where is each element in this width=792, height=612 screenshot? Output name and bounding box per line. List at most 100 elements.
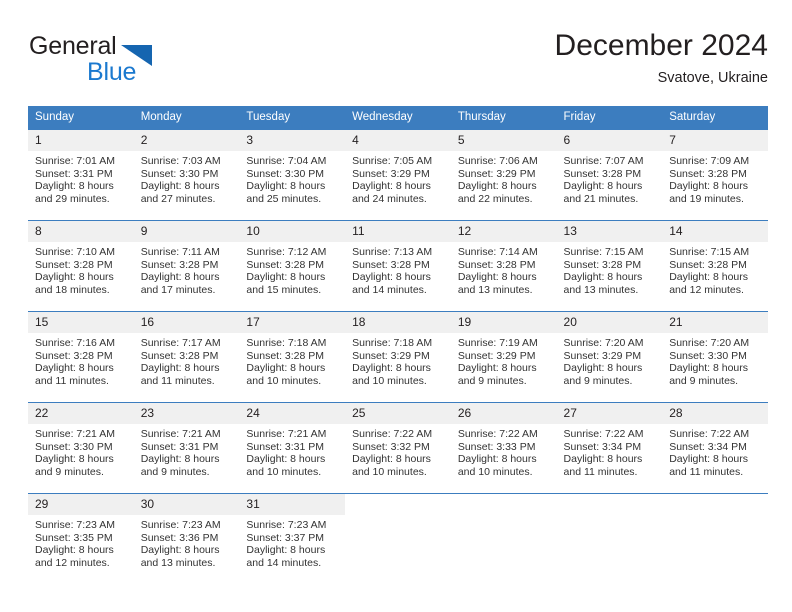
day-number: 23	[133, 403, 240, 424]
sunrise-time: Sunrise: 7:17 AM	[140, 337, 221, 349]
sunrise-time: Sunrise: 7:13 AM	[352, 246, 433, 258]
sunrise-time: Sunrise: 7:21 AM	[35, 428, 115, 440]
calendar-day-cell[interactable]: 10 Sunrise: 7:12 AM Sunset: 3:28 PM Dayligh…	[239, 221, 346, 299]
day-number: 29	[28, 494, 134, 515]
sunset-time: Sunset: 3:28 PM	[563, 167, 642, 180]
title-block: December 2024 Svatove, Ukraine	[555, 28, 768, 87]
daylight-duration-line1: Daylight: 8 hours	[352, 362, 431, 375]
day-details: Sunrise: 7:01 AM Sunset: 3:31 PM Daylight:…	[28, 151, 134, 205]
day-number: 18	[345, 312, 451, 333]
daylight-duration-line1: Daylight: 8 hours	[140, 544, 220, 557]
day-details: Sunrise: 7:18 AM Sunset: 3:29 PM Daylight:…	[345, 333, 451, 387]
sunset-time: Sunset: 3:29 PM	[457, 167, 536, 180]
day-number: 22	[28, 403, 134, 424]
sunrise-time: Sunrise: 7:23 AM	[140, 519, 221, 531]
sunset-time: Sunset: 3:29 PM	[563, 349, 642, 362]
calendar-day-cell[interactable]: 2 Sunrise: 7:03 AM Sunset: 3:30 PM Daylight…	[133, 130, 240, 208]
sunrise-time: Sunrise: 7:22 AM	[563, 428, 644, 440]
calendar-day-cell[interactable]: 19 Sunrise: 7:19 AM Sunset: 3:29 PM Dayligh…	[450, 312, 557, 390]
sunrise-time: Sunrise: 7:21 AM	[246, 428, 327, 440]
daylight-duration-line1: Daylight: 8 hours	[457, 362, 537, 375]
logo-text-general: General	[29, 32, 117, 60]
calendar-day-cell[interactable]: 1 Sunrise: 7:01 AM Sunset: 3:31 PM Daylight…	[28, 130, 134, 208]
week-spacer-row	[28, 481, 768, 493]
day-number: 30	[133, 494, 240, 515]
generalblue-logo: General Blue	[28, 32, 258, 92]
weekday-header-friday: Friday	[556, 106, 663, 129]
weekday-header-tuesday: Tuesday	[239, 106, 346, 129]
calendar-day-cell[interactable]: 27 Sunrise: 7:22 AM Sunset: 3:34 PM Dayligh…	[556, 403, 663, 481]
sunrise-time: Sunrise: 7:18 AM	[352, 337, 433, 349]
sunset-time: Sunset: 3:30 PM	[669, 349, 747, 362]
day-number	[662, 494, 768, 515]
day-number: 11	[345, 221, 451, 242]
daylight-duration-line2: and 21 minutes.	[563, 192, 639, 205]
calendar-day-cell[interactable]: 21 Sunrise: 7:20 AM Sunset: 3:30 PM Dayligh…	[662, 312, 768, 390]
day-details: Sunrise: 7:22 AM Sunset: 3:34 PM Daylight:…	[662, 424, 768, 478]
weekday-header-monday: Monday	[133, 106, 240, 129]
daylight-duration-line1: Daylight: 8 hours	[140, 453, 220, 466]
calendar-day-cell[interactable]: 23 Sunrise: 7:21 AM Sunset: 3:31 PM Dayligh…	[133, 403, 240, 481]
sunset-time: Sunset: 3:28 PM	[669, 167, 747, 180]
daylight-duration-line2: and 14 minutes.	[352, 283, 427, 296]
sunrise-time: Sunrise: 7:07 AM	[563, 155, 644, 167]
calendar-day-cell[interactable]: 8 Sunrise: 7:10 AM Sunset: 3:28 PM Daylight…	[28, 221, 134, 299]
calendar-day-cell[interactable]: 30 Sunrise: 7:23 AM Sunset: 3:36 PM Dayligh…	[133, 494, 240, 572]
day-number	[450, 494, 557, 515]
daylight-duration-line1: Daylight: 8 hours	[352, 453, 431, 466]
week-spacer-row	[28, 390, 768, 402]
calendar-day-cell[interactable]: 4 Sunrise: 7:05 AM Sunset: 3:29 PM Daylight…	[345, 130, 451, 208]
sunrise-time: Sunrise: 7:09 AM	[669, 155, 750, 167]
calendar-day-cell[interactable]: 16 Sunrise: 7:17 AM Sunset: 3:28 PM Dayligh…	[133, 312, 240, 390]
calendar-week-row: 1 Sunrise: 7:01 AM Sunset: 3:31 PM Daylight…	[28, 130, 768, 208]
calendar-header-row-group: Sunday Monday Tuesday Wednesday Thursday…	[28, 106, 768, 129]
week-spacer-row	[28, 208, 768, 220]
calendar-day-cell[interactable]: 22 Sunrise: 7:21 AM Sunset: 3:30 PM Dayligh…	[28, 403, 134, 481]
calendar-week-row: 22 Sunrise: 7:21 AM Sunset: 3:30 PM Dayligh…	[28, 403, 768, 481]
day-details: Sunrise: 7:03 AM Sunset: 3:30 PM Daylight:…	[134, 151, 240, 205]
calendar-day-cell[interactable]: 9 Sunrise: 7:11 AM Sunset: 3:28 PM Daylight…	[133, 221, 240, 299]
calendar-day-cell[interactable]: 6 Sunrise: 7:07 AM Sunset: 3:28 PM Daylight…	[556, 130, 663, 208]
calendar-day-cell[interactable]: 29 Sunrise: 7:23 AM Sunset: 3:35 PM Dayligh…	[28, 494, 134, 572]
week-spacer-cell	[28, 390, 768, 402]
sunrise-time: Sunrise: 7:01 AM	[35, 155, 115, 167]
calendar-day-cell[interactable]: 14 Sunrise: 7:15 AM Sunset: 3:28 PM Dayligh…	[662, 221, 768, 299]
calendar-day-cell[interactable]: 26 Sunrise: 7:22 AM Sunset: 3:33 PM Dayligh…	[450, 403, 557, 481]
calendar-day-cell[interactable]: 12 Sunrise: 7:14 AM Sunset: 3:28 PM Dayligh…	[450, 221, 557, 299]
page-title: December 2024	[554, 29, 768, 62]
calendar-day-cell[interactable]: 24 Sunrise: 7:21 AM Sunset: 3:31 PM Dayligh…	[239, 403, 346, 481]
calendar-day-cell[interactable]: 17 Sunrise: 7:18 AM Sunset: 3:28 PM Dayligh…	[239, 312, 346, 390]
calendar-day-cell[interactable]: 18 Sunrise: 7:18 AM Sunset: 3:29 PM Dayligh…	[345, 312, 451, 390]
daylight-duration-line2: and 29 minutes.	[35, 192, 110, 205]
sunset-time: Sunset: 3:28 PM	[35, 349, 113, 362]
day-details: Sunrise: 7:18 AM Sunset: 3:28 PM Daylight:…	[239, 333, 345, 387]
calendar-day-cell[interactable]: 20 Sunrise: 7:20 AM Sunset: 3:29 PM Dayligh…	[556, 312, 663, 390]
calendar-day-cell[interactable]: 3 Sunrise: 7:04 AM Sunset: 3:30 PM Daylight…	[239, 130, 346, 208]
calendar-day-cell[interactable]: 13 Sunrise: 7:15 AM Sunset: 3:28 PM Dayligh…	[556, 221, 663, 299]
day-details: Sunrise: 7:09 AM Sunset: 3:28 PM Daylight:…	[662, 151, 768, 205]
week-spacer-row	[28, 299, 768, 311]
calendar-day-cell[interactable]: 31 Sunrise: 7:23 AM Sunset: 3:37 PM Dayligh…	[239, 494, 346, 572]
calendar-day-cell[interactable]: 7 Sunrise: 7:09 AM Sunset: 3:28 PM Daylight…	[662, 130, 768, 208]
daylight-duration-line2: and 14 minutes.	[246, 556, 322, 569]
weekday-header-row: Sunday Monday Tuesday Wednesday Thursday…	[28, 106, 768, 129]
daylight-duration-line1: Daylight: 8 hours	[457, 453, 537, 466]
day-number: 2	[133, 130, 240, 151]
daylight-duration-line1: Daylight: 8 hours	[563, 180, 643, 193]
calendar-day-cell[interactable]: 5 Sunrise: 7:06 AM Sunset: 3:29 PM Daylight…	[450, 130, 557, 208]
daylight-duration-line2: and 11 minutes.	[140, 374, 215, 387]
sunset-time: Sunset: 3:35 PM	[35, 531, 113, 544]
calendar-day-cell[interactable]: 11 Sunrise: 7:13 AM Sunset: 3:28 PM Dayligh…	[345, 221, 451, 299]
sunset-time: Sunset: 3:30 PM	[246, 167, 325, 180]
calendar-day-cell[interactable]: 28 Sunrise: 7:22 AM Sunset: 3:34 PM Dayligh…	[662, 403, 768, 481]
calendar-day-cell[interactable]: 15 Sunrise: 7:16 AM Sunset: 3:28 PM Dayligh…	[28, 312, 134, 390]
day-details: Sunrise: 7:15 AM Sunset: 3:28 PM Daylight:…	[662, 242, 768, 296]
sunset-time: Sunset: 3:29 PM	[457, 349, 536, 362]
sunrise-time: Sunrise: 7:22 AM	[457, 428, 538, 440]
day-details: Sunrise: 7:22 AM Sunset: 3:34 PM Daylight:…	[557, 424, 663, 478]
daylight-duration-line1: Daylight: 8 hours	[563, 271, 643, 284]
day-number: 17	[239, 312, 346, 333]
calendar-day-cell[interactable]: 25 Sunrise: 7:22 AM Sunset: 3:32 PM Dayligh…	[345, 403, 451, 481]
daylight-duration-line2: and 17 minutes.	[140, 283, 216, 296]
sunrise-sunset-calendar-table: Sunday Monday Tuesday Wednesday Thursday…	[28, 106, 768, 572]
